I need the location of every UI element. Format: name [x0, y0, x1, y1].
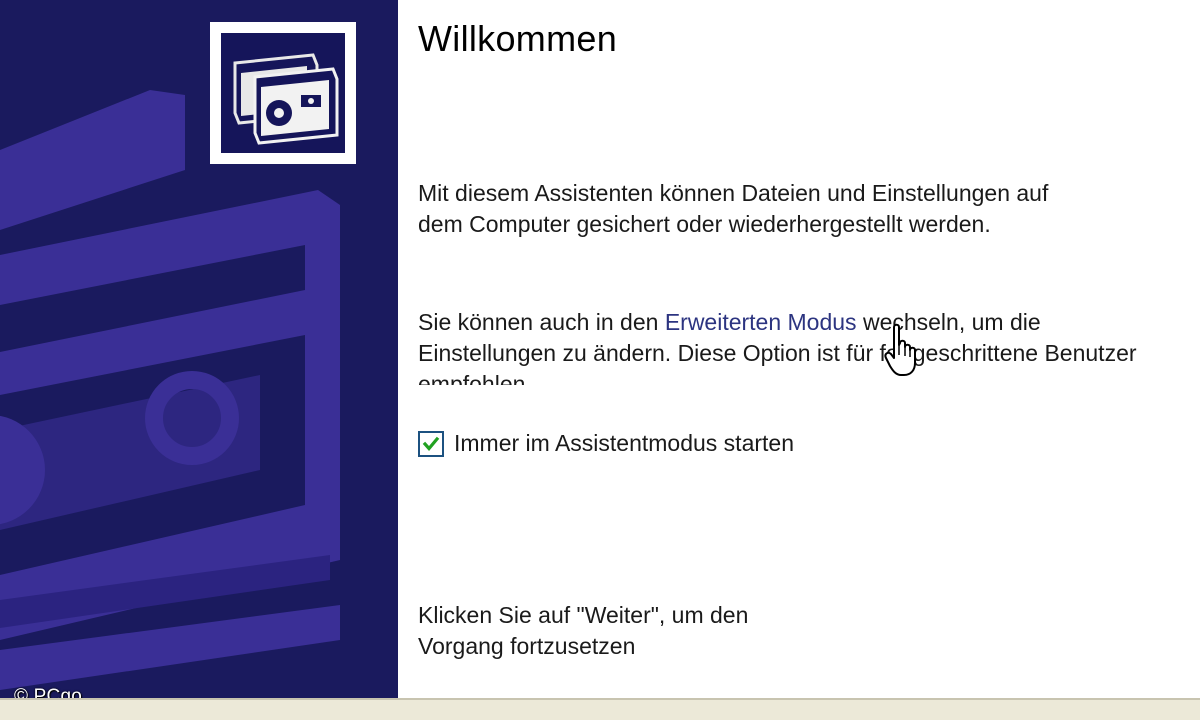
intro-text: Mit diesem Assistenten können Dateien un… [418, 180, 1049, 237]
wizard-content: Willkommen Mit diesem Assistenten können… [418, 0, 1178, 698]
continue-text: Klicken Sie auf "Weiter", um den Vorgang… [418, 602, 749, 659]
advanced-mode-link[interactable]: Erweiterten Modus [665, 309, 857, 335]
checkbox-label: Immer im Assistentmodus starten [454, 430, 794, 456]
always-wizard-mode-checkbox[interactable]: Immer im Assistentmodus starten [418, 430, 794, 457]
watermark: © PCgo [14, 686, 83, 698]
mode-text-before: Sie können auch in den [418, 309, 665, 335]
side-panel: © PCgo [0, 0, 398, 698]
checkmark-icon [422, 436, 440, 451]
checkbox-box[interactable] [418, 430, 444, 457]
backup-tape-icon [221, 33, 345, 153]
wizard-window: © PCgo Willkommen Mit diesem Assistenten… [0, 0, 1200, 720]
header-icon-frame [210, 22, 356, 164]
page-title: Willkommen [418, 18, 618, 59]
bottom-button-bar [0, 698, 1200, 720]
mode-text: Sie können auch in den Erweiterten Modus… [418, 307, 1158, 385]
